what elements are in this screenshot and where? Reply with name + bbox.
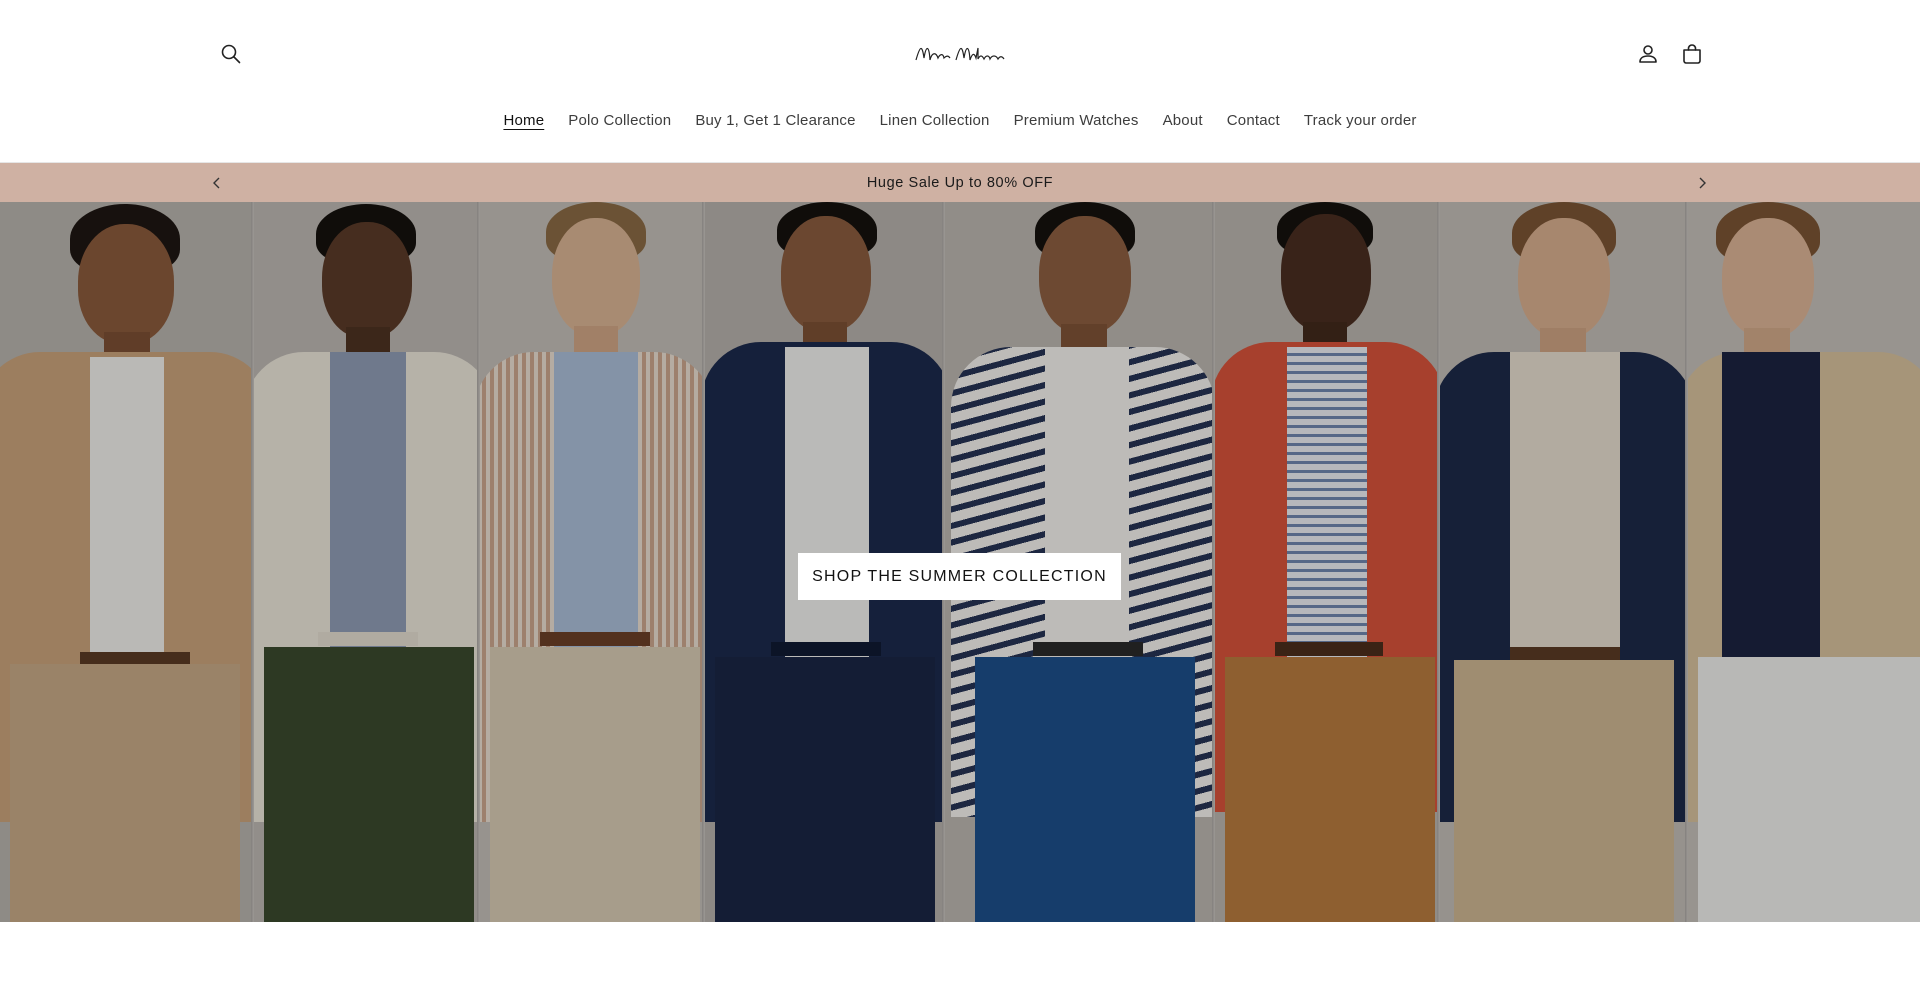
nav-item-clearance[interactable]: Buy 1, Get 1 Clearance: [683, 106, 867, 135]
search-button[interactable]: [215, 38, 247, 70]
nav-item-polo-collection[interactable]: Polo Collection: [556, 106, 683, 135]
nav-item-home[interactable]: Home: [491, 106, 556, 135]
nav-item-premium-watches[interactable]: Premium Watches: [1002, 106, 1151, 135]
nav-item-about[interactable]: About: [1151, 106, 1215, 135]
nav-item-contact[interactable]: Contact: [1215, 106, 1292, 135]
announcement-prev-button[interactable]: [205, 171, 229, 195]
announcement-text: Huge Sale Up to 80% OFF: [866, 174, 1054, 191]
account-icon: [1639, 45, 1657, 63]
chevron-left-icon: [213, 177, 220, 189]
cart-icon: [1683, 44, 1701, 64]
search-icon: [221, 44, 241, 64]
logo-signature: [915, 47, 1005, 61]
announcement-bar: Huge Sale Up to 80% OFF: [0, 163, 1920, 202]
announcement-next-button[interactable]: [1690, 171, 1714, 195]
nav-item-linen-collection[interactable]: Linen Collection: [868, 106, 1002, 135]
shop-summer-collection-button[interactable]: SHOP THE SUMMER COLLECTION: [798, 553, 1121, 600]
cart-button[interactable]: [1676, 38, 1708, 70]
account-button[interactable]: [1632, 38, 1664, 70]
nav-item-track-order[interactable]: Track your order: [1292, 106, 1429, 135]
cta-label: SHOP THE SUMMER COLLECTION: [812, 567, 1107, 585]
site-header: Home Polo Collection Buy 1, Get 1 Cleara…: [0, 0, 1920, 163]
chevron-right-icon: [1699, 177, 1706, 189]
site-logo[interactable]: [910, 34, 1010, 74]
main-nav: Home Polo Collection Buy 1, Get 1 Cleara…: [0, 106, 1920, 135]
